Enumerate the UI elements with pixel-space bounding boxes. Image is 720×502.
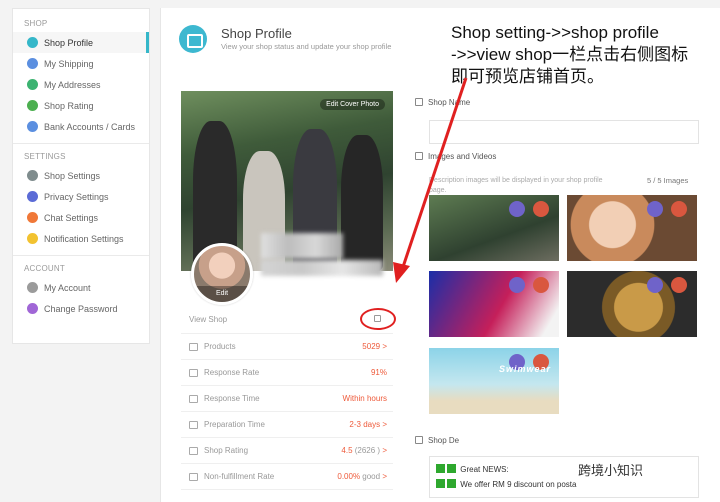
annotation-arrow — [393, 77, 468, 283]
watermark: 跨境小知识 — [578, 463, 644, 478]
